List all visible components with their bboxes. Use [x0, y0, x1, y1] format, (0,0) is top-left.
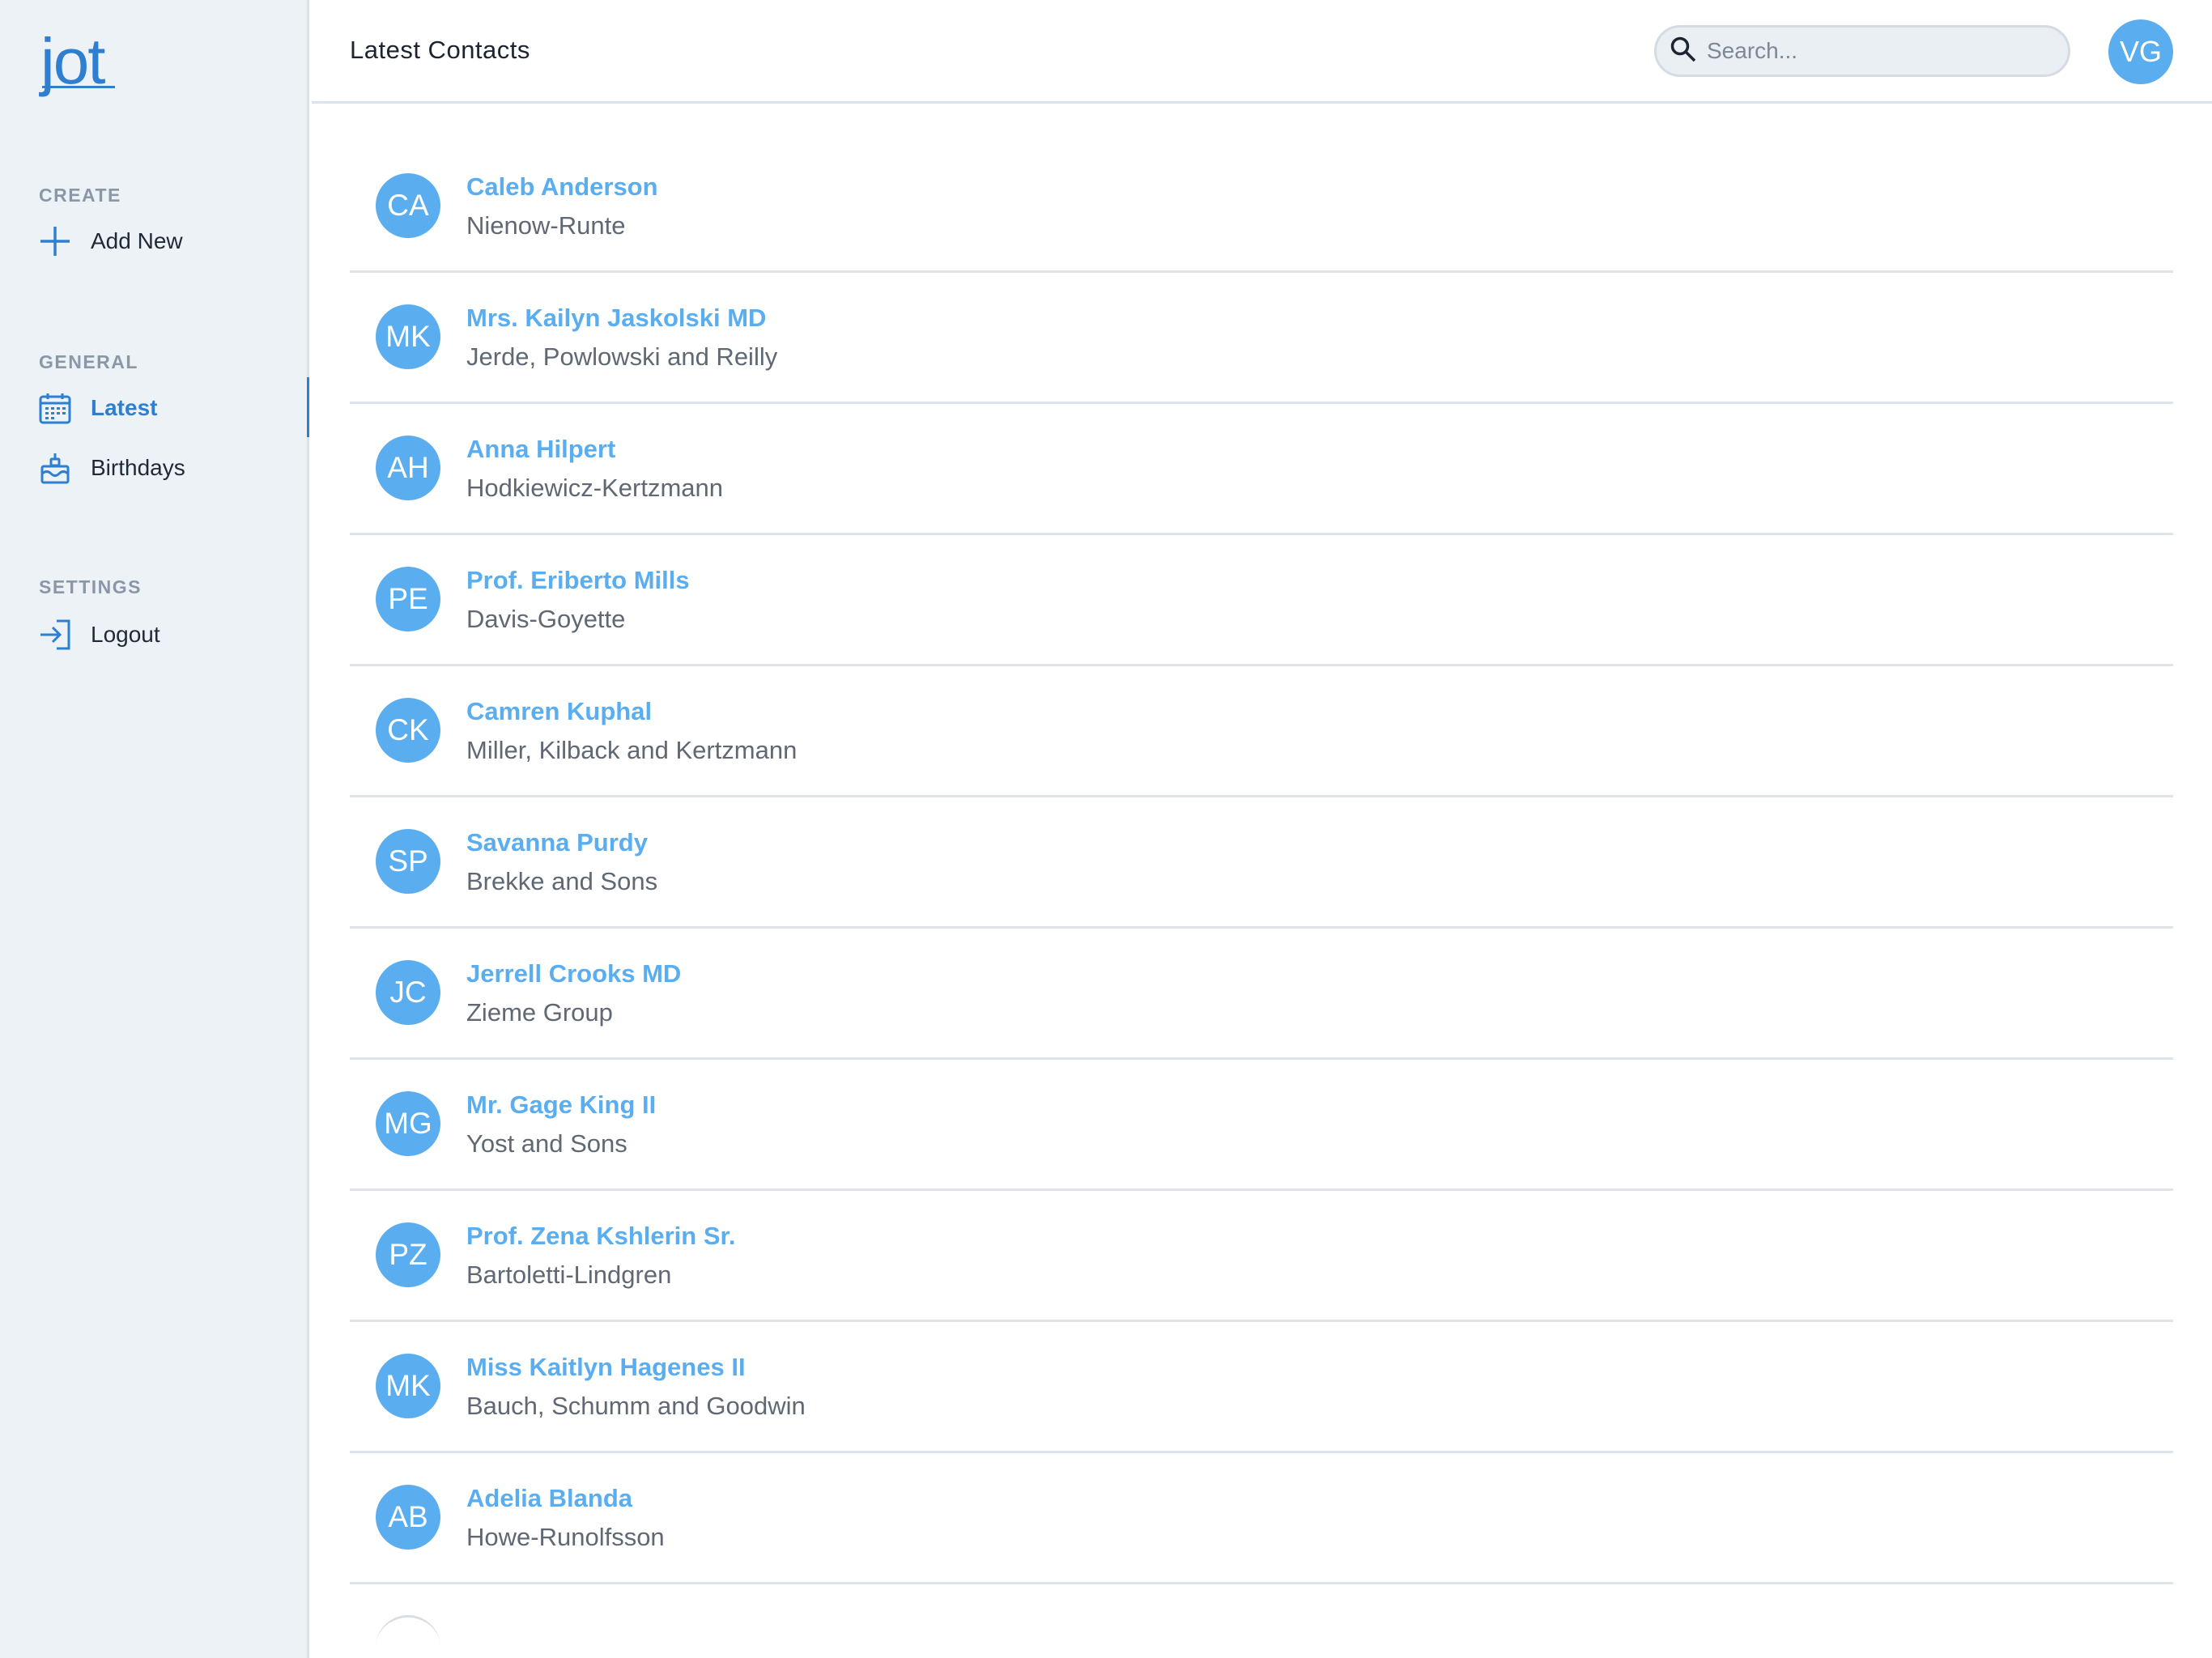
header: Latest Contacts VG [312, 0, 2212, 104]
contact-name[interactable]: Jerrell Crooks MD [466, 959, 681, 988]
avatar: MK [376, 304, 440, 369]
contact-company: Davis-Goyette [466, 605, 626, 633]
contact-name[interactable]: Mrs. Kailyn Jaskolski MD [466, 304, 766, 333]
list-item[interactable]: AB Adelia Blanda Howe-Runolfsson [350, 1453, 2173, 1584]
list-item[interactable]: PE Prof. Eriberto Mills Davis-Goyette [350, 535, 2173, 666]
sidebar-item-label: Birthdays [91, 455, 185, 480]
contact-name[interactable]: Prof. Zena Kshlerin Sr. [466, 1222, 735, 1251]
contact-company: Jerde, Powlowski and Reilly [466, 342, 778, 371]
section-title-settings: SETTINGS [39, 576, 143, 597]
list-item[interactable]: CA Caleb Anderson Nienow-Runte [350, 142, 2173, 273]
cake-icon [39, 452, 71, 484]
list-item[interactable]: MG Mr. Gage King II Yost and Sons [350, 1060, 2173, 1191]
avatar: AH [376, 436, 440, 500]
avatar: PE [376, 567, 440, 631]
user-avatar[interactable]: VG [2108, 19, 2173, 84]
contact-company: Brekke and Sons [466, 867, 658, 895]
active-indicator [307, 377, 309, 437]
sidebar-item-birthdays[interactable]: Birthdays [39, 445, 309, 491]
logo-underline [42, 86, 115, 88]
contact-company: Miller, Kilback and Kertzmann [466, 736, 798, 764]
search-input[interactable] [1707, 38, 2047, 64]
avatar: MK [376, 1354, 440, 1418]
avatar: JC [376, 960, 440, 1025]
avatar: PZ [376, 1222, 440, 1287]
avatar: SP [376, 829, 440, 894]
search-icon [1670, 36, 1697, 67]
sidebar-item-latest[interactable]: Latest [39, 385, 309, 431]
logo[interactable]: jot [40, 29, 105, 94]
list-item[interactable]: PZ Prof. Zena Kshlerin Sr. Bartoletti-Li… [350, 1191, 2173, 1322]
list-item[interactable]: MK Mrs. Kailyn Jaskolski MD Jerde, Powlo… [350, 273, 2173, 404]
avatar: MG [376, 1091, 440, 1156]
avatar: AB [376, 1485, 440, 1550]
sidebar-item-label: Logout [91, 622, 160, 647]
list-item[interactable]: AH Anna Hilpert Hodkiewicz-Kertzmann [350, 404, 2173, 535]
avatar: CK [376, 698, 440, 763]
sidebar-item-label: Latest [91, 395, 158, 420]
sidebar-item-label: Add New [91, 228, 183, 253]
contact-name[interactable]: Anna Hilpert [466, 435, 615, 464]
list-item[interactable]: JC Jerrell Crooks MD Zieme Group [350, 929, 2173, 1060]
contact-name[interactable]: Prof. Eriberto Mills [466, 566, 690, 595]
contact-name[interactable]: Camren Kuphal [466, 697, 652, 726]
contact-name[interactable]: Adelia Blanda [466, 1484, 632, 1513]
contact-name[interactable]: Miss Kaitlyn Hagenes II [466, 1353, 746, 1382]
calendar-icon [39, 392, 71, 424]
list-item[interactable]: MK Miss Kaitlyn Hagenes II Bauch, Schumm… [350, 1322, 2173, 1453]
contact-name[interactable]: Savanna Purdy [466, 828, 648, 857]
partial-avatar [376, 1615, 440, 1658]
sidebar-item-add-new[interactable]: Add New [39, 219, 309, 264]
contact-company: Yost and Sons [466, 1129, 627, 1158]
contact-name[interactable]: Caleb Anderson [466, 172, 658, 202]
list-item[interactable]: SP Savanna Purdy Brekke and Sons [350, 797, 2173, 929]
contact-name[interactable]: Mr. Gage King II [466, 1090, 656, 1120]
sidebar-item-logout[interactable]: Logout [39, 612, 309, 657]
section-title-create: CREATE [39, 185, 121, 206]
contact-company: Bartoletti-Lindgren [466, 1261, 672, 1289]
contact-company: Zieme Group [466, 998, 613, 1027]
contact-company: Howe-Runolfsson [466, 1523, 665, 1551]
list-item[interactable]: CK Camren Kuphal Miller, Kilback and Ker… [350, 666, 2173, 797]
logout-icon [39, 619, 71, 651]
avatar: CA [376, 173, 440, 238]
contact-company: Hodkiewicz-Kertzmann [466, 474, 723, 502]
sidebar: jot CREATE Add New GENERAL Latest Birthd… [0, 0, 309, 1658]
app: jot CREATE Add New GENERAL Latest Birthd… [0, 0, 2212, 1658]
plus-icon [39, 225, 71, 257]
contact-company: Nienow-Runte [466, 211, 626, 240]
page-title: Latest Contacts [350, 36, 530, 64]
section-title-general: GENERAL [39, 351, 138, 372]
search-box[interactable] [1654, 25, 2070, 77]
contact-list: CA Caleb Anderson Nienow-Runte MK Mrs. K… [350, 142, 2173, 1584]
contact-company: Bauch, Schumm and Goodwin [466, 1392, 806, 1420]
